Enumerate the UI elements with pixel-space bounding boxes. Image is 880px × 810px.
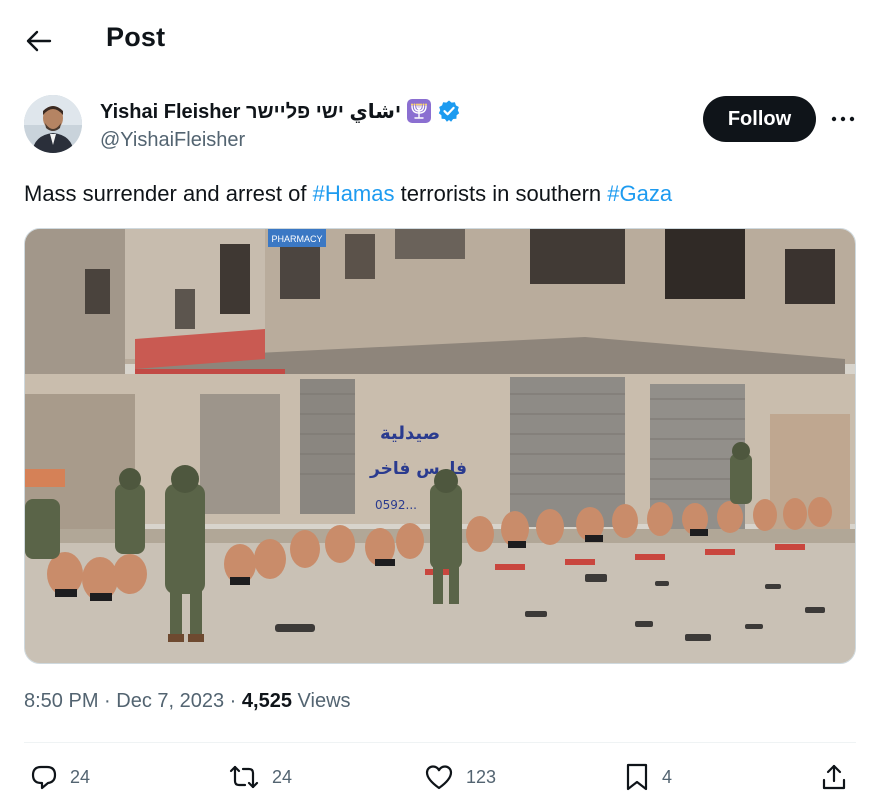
more-icon: [831, 116, 855, 122]
like-button[interactable]: 123: [424, 760, 496, 794]
avatar[interactable]: [24, 95, 82, 153]
like-icon: [425, 765, 453, 790]
repost-button[interactable]: 24: [228, 760, 292, 794]
graffiti-text: صيدلية: [380, 423, 440, 444]
tweet-text: Mass surrender and arrest of #Hamas terr…: [24, 180, 672, 208]
more-button[interactable]: [830, 106, 856, 132]
menorah-icon: [407, 99, 431, 123]
bookmark-icon: [626, 763, 648, 791]
verified-icon[interactable]: [437, 99, 461, 123]
hashtag-hamas[interactable]: #Hamas: [313, 181, 395, 206]
back-button[interactable]: [22, 24, 56, 58]
graffiti-text: 0592...: [375, 498, 417, 512]
back-arrow-icon: [26, 30, 52, 52]
author-handle[interactable]: @YishaiFleisher: [100, 129, 245, 152]
like-count: 123: [466, 766, 497, 787]
follow-button[interactable]: Follow: [703, 96, 816, 142]
author-name-row: Yishai Fleisher יشاي ישי פליישר: [100, 98, 461, 124]
repost-icon: [229, 765, 259, 789]
hashtag-gaza[interactable]: #Gaza: [607, 181, 672, 206]
post-page: Post Yishai Fleisher יشاي ישי פליישר @Yi…: [0, 0, 880, 810]
reply-button[interactable]: 24: [30, 760, 90, 794]
repost-count: 24: [272, 766, 293, 787]
reply-icon: [31, 765, 57, 790]
bookmark-count: 4: [662, 766, 673, 787]
views-label: Views: [297, 690, 351, 712]
tweet-photo[interactable]: PHARMACY صيدلية فارس فاخر 0592...: [24, 228, 856, 664]
tweet-text-part: Mass surrender and arrest of: [24, 181, 313, 206]
views-count: 4,525: [241, 690, 292, 712]
reply-count: 24: [70, 766, 91, 787]
page-title: Post: [106, 22, 166, 52]
pharmacy-sign: PHARMACY: [271, 234, 322, 244]
tweet-text-part: terrorists in southern: [394, 181, 608, 206]
bookmark-button[interactable]: 4: [624, 760, 672, 794]
post-date[interactable]: Dec 7, 2023: [116, 690, 224, 712]
author-name[interactable]: Yishai Fleisher יشاي ישי פליישר: [100, 99, 401, 124]
post-meta: 8:50 PM · Dec 7, 2023 · 4,525 Views: [24, 690, 351, 712]
divider: [24, 742, 856, 743]
post-time[interactable]: 8:50 PM: [24, 690, 98, 712]
share-icon: [822, 764, 846, 790]
post-header: Post: [0, 0, 880, 80]
share-button[interactable]: [820, 760, 848, 794]
